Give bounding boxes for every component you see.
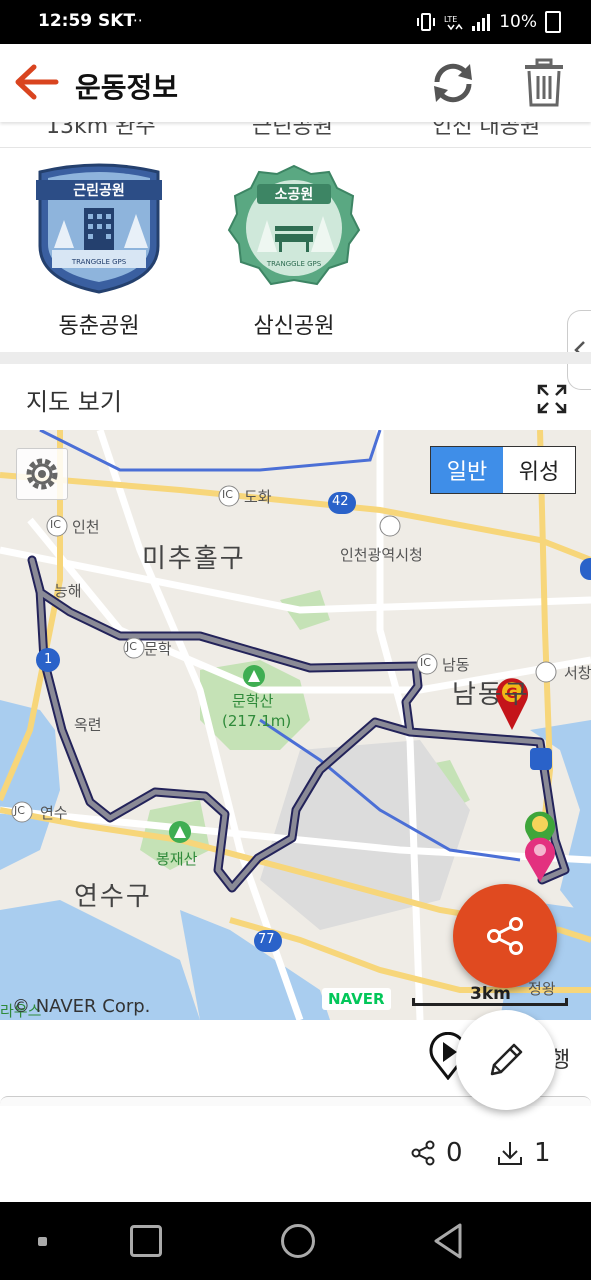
back-arrow-icon[interactable] (12, 62, 60, 102)
naver-logo: NAVER (322, 988, 391, 1010)
ic-badge: IC (222, 488, 233, 501)
badge-title: 근린공원 (73, 182, 125, 199)
map-scale-bar (412, 998, 568, 1006)
gear-icon (26, 458, 58, 490)
summary-row-partial: 13km 완주 근린공원 인천 대공원 (0, 122, 591, 148)
share-count[interactable]: 0 (410, 1138, 463, 1168)
jc-badge: JC (126, 640, 137, 653)
page-title: 운동정보 (75, 71, 179, 104)
park-badge-icon: 근린공원 TRANGGLE GPS (36, 163, 162, 294)
map-label-jeongwang: 정왕 (528, 980, 556, 998)
svg-text:LTE: LTE (444, 15, 457, 24)
map-label-seochang: 서창 (564, 664, 591, 682)
home-button[interactable] (281, 1224, 315, 1258)
ic-badge: IC (420, 656, 431, 669)
section-divider (0, 352, 591, 364)
download-icon (498, 1142, 522, 1165)
map-copyright: © NAVER Corp. (12, 996, 151, 1017)
summary-cell: 근린공원 (252, 122, 333, 139)
badge-list: 근린공원 TRANGGLE GPS 동춘공원 소공원 TRANGGLE GPS … (0, 148, 591, 352)
map-section-header: 지도 보기 (0, 364, 591, 430)
map-label-incheon: 인천 (72, 518, 100, 536)
battery-percent: 10% (499, 12, 537, 32)
summary-cell: 13km 완주 (46, 122, 156, 139)
map-type-satellite-button[interactable]: 위성 (503, 447, 575, 493)
map-label-namdong-ic: 남동 (442, 656, 470, 674)
map-label-okryeon: 옥련 (74, 716, 102, 734)
nav-indicator-dot (38, 1237, 47, 1246)
status-bar: 12:59 SKT ⋯ LTE 10% (0, 0, 591, 44)
badge-footer: TRANGGLE GPS (266, 260, 322, 268)
badge-footer: TRANGGLE GPS (71, 258, 127, 266)
share-fab-button[interactable] (453, 884, 557, 988)
map-label-michuhol: 미추홀구 (142, 544, 246, 574)
map-label-bongjaesan: 봉재산 (156, 850, 198, 868)
pencil-icon (490, 1043, 523, 1076)
jc-badge: JC (14, 804, 25, 817)
road-number: 77 (258, 932, 275, 947)
battery-icon (545, 11, 561, 33)
map-label-munhaksan: 문학산 (232, 692, 274, 710)
status-right-group: LTE 10% (417, 11, 561, 33)
share-count-value: 0 (446, 1138, 463, 1168)
road-number: 1 (44, 652, 53, 667)
signal-icon (472, 14, 491, 31)
nav-back-icon[interactable] (432, 1222, 464, 1260)
share-icon (487, 917, 523, 955)
trash-icon[interactable] (520, 58, 568, 108)
notification-overflow-icon: ⋯ (128, 11, 143, 29)
refresh-icon[interactable] (428, 60, 478, 106)
map-label-namdong: 남동구 (452, 680, 530, 710)
ic-badge: IC (50, 518, 61, 531)
map-settings-button[interactable] (16, 448, 68, 500)
park-badge-icon: 소공원 TRANGGLE GPS (227, 164, 361, 286)
lte-icon: LTE (444, 15, 463, 31)
map-label-yeonsu: 연수구 (74, 882, 152, 912)
map-section-title: 지도 보기 (26, 388, 122, 416)
vibrate-icon (417, 13, 436, 31)
map-label-munhaksan-altitude: (217.1m) (222, 712, 292, 730)
badge-name: 삼신공원 (253, 314, 335, 339)
map-type-normal-button[interactable]: 일반 (431, 447, 503, 493)
map-label-munhak: 문학 (144, 640, 172, 658)
system-nav-bar (0, 1202, 591, 1280)
road-number: 42 (332, 494, 349, 509)
map-type-toggle: 일반 위성 (430, 446, 576, 494)
map-label-doha: 도화 (244, 488, 272, 506)
badge-name: 동춘공원 (58, 314, 140, 339)
map-label-neunghae: 능해 (54, 582, 82, 600)
badge-item[interactable]: 소공원 TRANGGLE GPS 삼신공원 (224, 162, 364, 340)
map-label-yeonsu-jc: 연수 (40, 804, 68, 822)
app-bar: 운동정보 (0, 44, 591, 122)
status-time: 12:59 SKT (38, 11, 136, 31)
recent-apps-button[interactable] (130, 1225, 162, 1257)
badge-title: 소공원 (275, 187, 314, 203)
download-count-value: 1 (534, 1138, 551, 1168)
stats-bar: 0 1 (0, 1106, 591, 1202)
badge-item[interactable]: 근린공원 TRANGGLE GPS 동춘공원 (29, 162, 169, 340)
map-label-city-hall: 인천광역시청 (340, 546, 423, 564)
edit-fab-button[interactable] (456, 1010, 556, 1110)
download-count[interactable]: 1 (496, 1138, 551, 1168)
fullscreen-icon[interactable] (537, 384, 567, 414)
share-icon (411, 1140, 435, 1166)
summary-cell: 인천 대공원 (432, 122, 541, 139)
